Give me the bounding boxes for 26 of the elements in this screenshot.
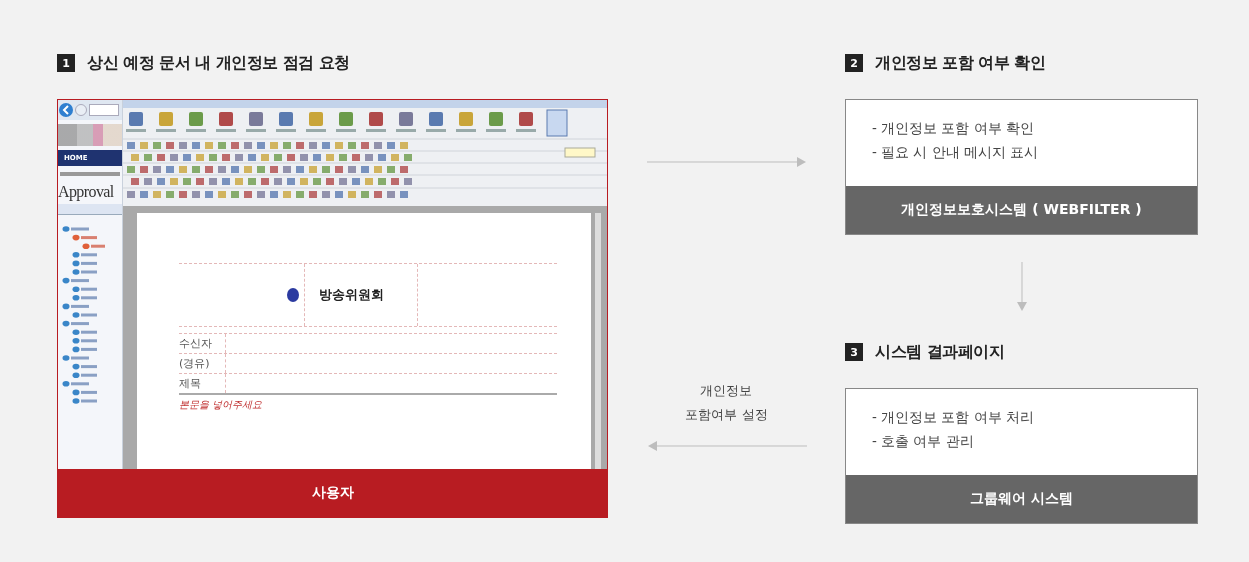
step-title: 상신 예정 문서 내 개인정보 점검 요청 — [87, 52, 350, 74]
field-label: (경유) — [179, 354, 226, 373]
down-arrow — [1016, 262, 1027, 311]
organization-name: 방송위원회 — [319, 286, 384, 304]
role-label: 사용자 — [58, 469, 607, 517]
description-text: - 개인정보 포함 여부 처리 — [872, 409, 1036, 427]
body-text: 본문을 넣어주세요 — [179, 398, 264, 412]
step-number: 2 — [845, 54, 863, 72]
field-label: 제목 — [179, 374, 226, 393]
system-label: 개인정보보호시스템 ( WEBFILTER ) — [846, 186, 1197, 234]
address-field[interactable] — [89, 104, 119, 116]
back-icon[interactable] — [59, 103, 73, 117]
description-text: - 개인정보 포함 여부 확인 — [872, 120, 1036, 138]
step-number: 3 — [845, 343, 863, 361]
forward-icon[interactable] — [75, 104, 87, 116]
field-label: 수신자 — [179, 334, 226, 353]
flow-label: 포함여부 설정 — [685, 406, 768, 424]
description-text: - 호출 여부 관리 — [872, 433, 975, 451]
step-number: 1 — [57, 54, 75, 72]
step-title: 개인정보 포함 여부 확인 — [875, 52, 1046, 74]
flow-label: 개인정보 — [700, 382, 753, 400]
logo-text: Approval — [58, 182, 115, 202]
emblem-icon — [287, 288, 299, 302]
description-text: - 필요 시 안내 메시지 표시 — [872, 144, 1040, 162]
system-label: 그룹웨어 시스템 — [846, 475, 1197, 523]
step-title: 시스템 결과페이지 — [875, 341, 1005, 363]
